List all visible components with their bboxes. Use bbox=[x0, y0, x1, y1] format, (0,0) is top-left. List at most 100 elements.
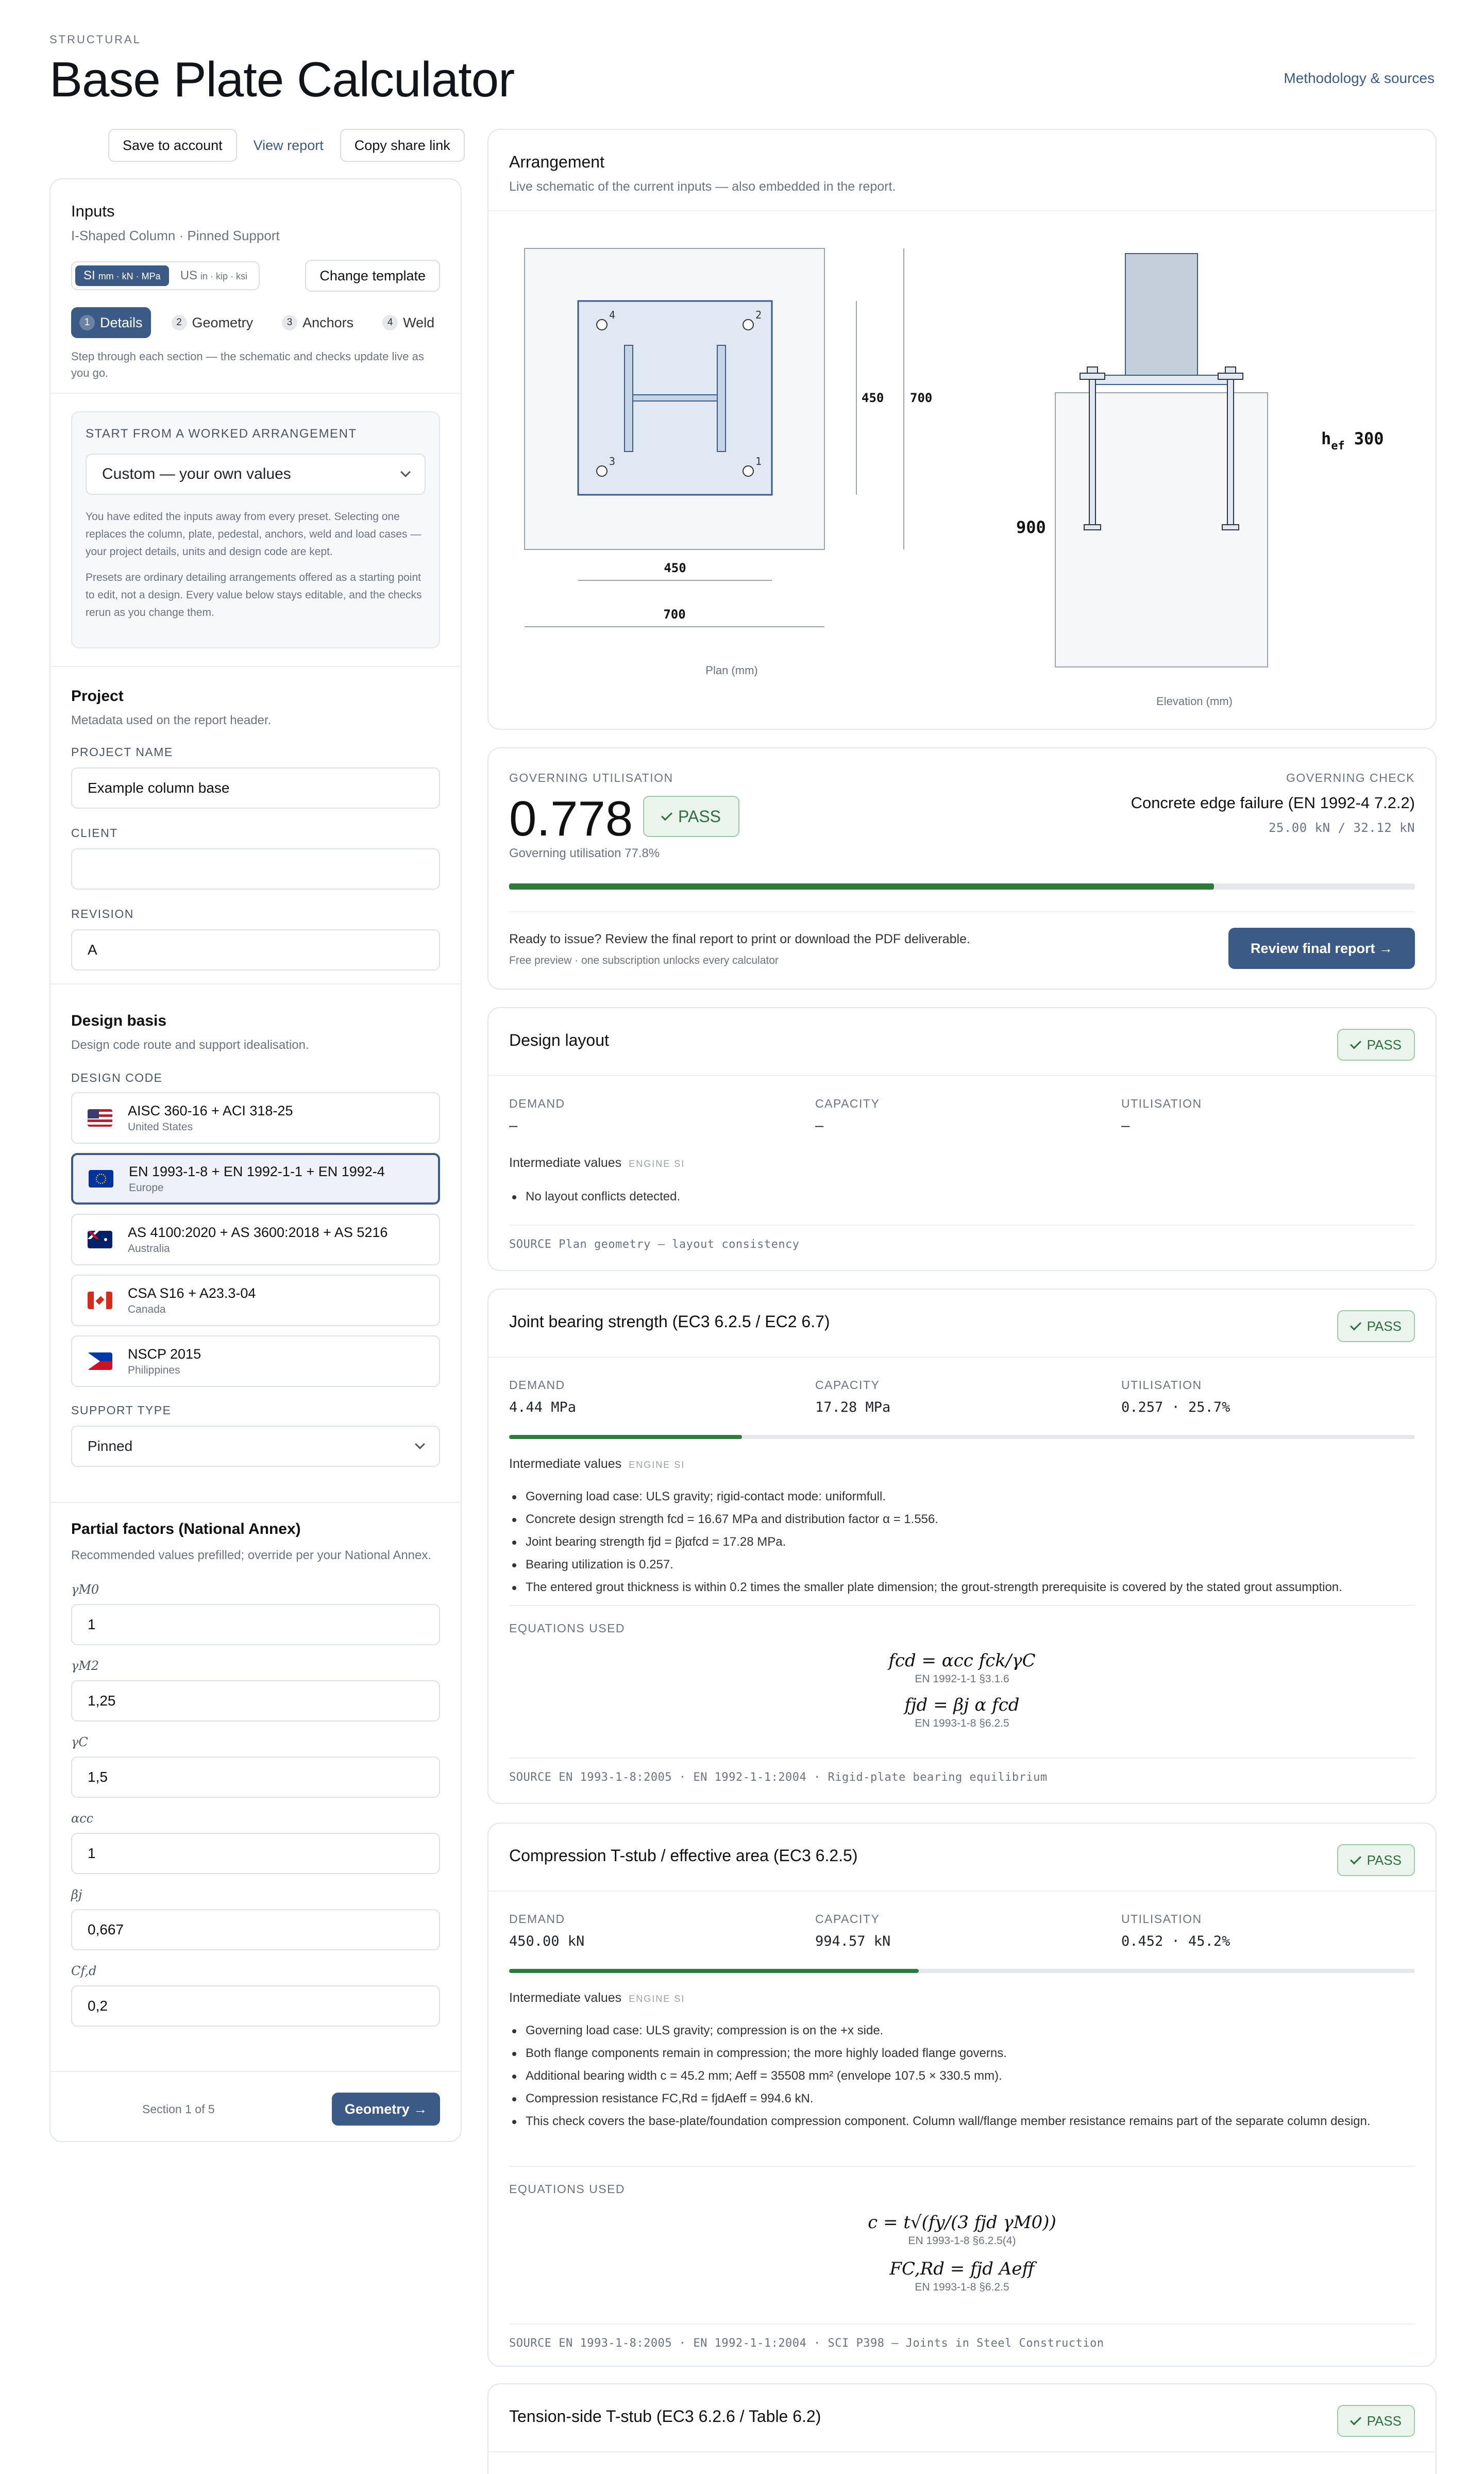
inputs-subtitle: I-Shaped Column · Pinned Support bbox=[71, 228, 280, 243]
source-text: SOURCE Plan geometry — layout consistenc… bbox=[509, 1238, 800, 1251]
check-title: Compression T-stub / effective area (EC3… bbox=[509, 1846, 858, 1865]
check-icon bbox=[661, 809, 672, 821]
unit-si[interactable]: SI mm · kN · MPa bbox=[75, 265, 169, 286]
equations-label: EQUATIONS USED bbox=[509, 2182, 626, 2196]
cfd-label: Cf,d bbox=[71, 1964, 97, 1978]
list-item: Governing load case: ULS gravity; rigid-… bbox=[509, 1487, 1415, 1506]
issue-subtext: Free preview · one subscription unlocks … bbox=[509, 955, 779, 966]
inputs-panel: Inputs I-Shaped Column · Pinned Support … bbox=[49, 178, 462, 2142]
unit-us[interactable]: US in · kip · ksi bbox=[172, 265, 256, 286]
project-name-input[interactable]: Example column base bbox=[71, 767, 440, 809]
design-code-eu[interactable]: EN 1993-1-8 + EN 1992-1-1 + EN 1992-4 Eur… bbox=[71, 1153, 440, 1205]
anchor-number-3: 3 bbox=[609, 455, 615, 467]
cfd-input[interactable]: 0,2 bbox=[71, 1985, 440, 2027]
list-item: Concrete design strength fcd = 16.67 MPa… bbox=[509, 1510, 1415, 1529]
arrangement-schematic: 4 2 3 1 450 700 450 700 Plan (mm) 900 he… bbox=[524, 248, 1384, 708]
partial-factors-subtitle: Recommended values prefilled; override p… bbox=[71, 1548, 432, 1562]
preset-disclaimer: Presets are ordinary detailing arrangeme… bbox=[86, 572, 422, 618]
support-type-label: SUPPORT TYPE bbox=[71, 1403, 172, 1417]
capacity-label: CAPACITY bbox=[815, 1378, 880, 1392]
elevation-dim-depth: 900 bbox=[1016, 517, 1046, 537]
governing-check-label: GOVERNING CHECK bbox=[1286, 771, 1415, 784]
view-report-link[interactable]: View report bbox=[249, 138, 328, 154]
project-title: Project bbox=[71, 688, 124, 705]
step-tabs: 1 Details 2 Geometry 3 Anchors 4 Weld bbox=[71, 307, 440, 338]
capacity-label: CAPACITY bbox=[815, 1097, 880, 1110]
chevron-down-icon bbox=[400, 467, 411, 477]
demand-label: DEMAND bbox=[509, 1912, 565, 1926]
equations-list: c = t√(fy/(3 fjd γM0)) EN 1993-1-8 §6.2.… bbox=[509, 2212, 1415, 2294]
elevation-column bbox=[1125, 253, 1198, 376]
revision-input[interactable]: A bbox=[71, 929, 440, 971]
list-item: No layout conflicts detected. bbox=[509, 1188, 1415, 1206]
equation: c = t√(fy/(3 fjd γM0)) bbox=[868, 2212, 1056, 2233]
project-name-label: PROJECT NAME bbox=[71, 745, 173, 759]
equation: FC,Rd = fjd Aeff bbox=[889, 2259, 1035, 2279]
intermediate-values-heading: Intermediate values ENGINE SI bbox=[509, 1156, 685, 1170]
equation-ref: EN 1992-1-1 §3.1.6 bbox=[915, 1673, 1009, 1685]
plan-caption: Plan (mm) bbox=[705, 664, 757, 677]
tab-anchors[interactable]: 3 Anchors bbox=[274, 307, 362, 338]
check-icon bbox=[1350, 1853, 1361, 1864]
utilisation-bar-fill bbox=[509, 883, 1214, 890]
ca-flag-icon bbox=[88, 1292, 112, 1309]
gamma-m2-input[interactable]: 1,25 bbox=[71, 1680, 440, 1721]
methodology-link[interactable]: Methodology & sources bbox=[1284, 70, 1435, 87]
design-code-ca[interactable]: CSA S16 + A23.3-04 Canada bbox=[71, 1275, 440, 1326]
equation-ref: EN 1993-1-8 §6.2.5(4) bbox=[908, 2235, 1016, 2247]
design-basis-title: Design basis bbox=[71, 1012, 167, 1029]
list-item: Governing load case: ULS gravity; compre… bbox=[509, 2021, 1415, 2040]
alpha-cc-input[interactable]: 1 bbox=[71, 1833, 440, 1874]
intermediate-values-heading: Intermediate values ENGINE SI bbox=[509, 1991, 685, 2005]
client-input[interactable] bbox=[71, 848, 440, 890]
gamma-m2-label: γM2 bbox=[71, 1659, 99, 1673]
project-subtitle: Metadata used on the report header. bbox=[71, 713, 272, 727]
review-final-report-button[interactable]: Review final report → bbox=[1228, 928, 1415, 969]
gamma-c-label: γC bbox=[71, 1735, 88, 1749]
tab-details[interactable]: 1 Details bbox=[71, 307, 151, 338]
change-template-button[interactable]: Change template bbox=[305, 260, 440, 292]
design-basis-subtitle: Design code route and support idealisati… bbox=[71, 1038, 309, 1052]
equations-list: fcd = αcc fck/γC EN 1992-1-1 §3.1.6 fjd … bbox=[509, 1650, 1415, 1730]
gamma-m0-input[interactable]: 1 bbox=[71, 1604, 440, 1645]
chevron-down-icon bbox=[415, 1439, 425, 1449]
design-code-au[interactable]: AS 4100:2020 + AS 3600:2018 + AS 5216 Aus… bbox=[71, 1214, 440, 1265]
plan-dim-pedestal-height: 700 bbox=[910, 391, 932, 405]
source-text: SOURCE EN 1993-1-8:2005 · EN 1992-1-1:20… bbox=[509, 1771, 1048, 1784]
governing-check-values: 25.00 kN / 32.12 kN bbox=[1268, 821, 1415, 835]
capacity-value: — bbox=[815, 1118, 824, 1134]
eu-flag-icon bbox=[89, 1170, 113, 1188]
governing-utilisation-label: GOVERNING UTILISATION bbox=[509, 771, 673, 784]
intermediate-values-list: No layout conflicts detected. bbox=[509, 1188, 1415, 1210]
check-icon bbox=[1350, 2414, 1361, 2425]
copy-share-link-button[interactable]: Copy share link bbox=[340, 129, 465, 162]
next-geometry-button[interactable]: Geometry → bbox=[332, 2093, 440, 2126]
revision-label: REVISION bbox=[71, 907, 134, 921]
design-code-list: AISC 360-16 + ACI 318-25 United States EN… bbox=[71, 1092, 440, 1387]
gamma-c-input[interactable]: 1,5 bbox=[71, 1757, 440, 1798]
check-pass-badge: PASS bbox=[1337, 1029, 1415, 1061]
issue-text: Ready to issue? Review the final report … bbox=[509, 932, 970, 946]
preset-note: You have edited the inputs away from eve… bbox=[86, 511, 421, 558]
design-code-ph[interactable]: NSCP 2015 Philippines bbox=[71, 1335, 440, 1387]
preset-label: START FROM A WORKED ARRANGEMENT bbox=[86, 427, 357, 441]
check-icon bbox=[1350, 1038, 1361, 1049]
tab-weld[interactable]: 4 Weld bbox=[374, 307, 443, 338]
gamma-m0-label: γM0 bbox=[71, 1582, 99, 1597]
save-button[interactable]: Save to account bbox=[108, 129, 237, 162]
tab-geometry[interactable]: 2 Geometry bbox=[163, 307, 262, 338]
support-type-select[interactable]: Pinned bbox=[71, 1426, 440, 1467]
demand-label: DEMAND bbox=[509, 1378, 565, 1392]
list-item: Bearing utilization is 0.257. bbox=[509, 1556, 1415, 1574]
alpha-cc-label: αcc bbox=[71, 1811, 94, 1826]
capacity-label: CAPACITY bbox=[815, 1912, 880, 1926]
unit-toggle: SI mm · kN · MPa US in · kip · ksi bbox=[71, 261, 260, 290]
intermediate-values-heading: Intermediate values ENGINE SI bbox=[509, 1457, 685, 1471]
partial-factor-fields: γM0 1 γM2 1,25 γC 1,5 αcc 1 βj 0,667 Cf,… bbox=[71, 1582, 440, 2027]
design-code-us[interactable]: AISC 360-16 + ACI 318-25 United States bbox=[71, 1092, 440, 1144]
preset-select[interactable]: Custom — your own values bbox=[86, 454, 426, 495]
partial-factors-title: Partial factors (National Annex) bbox=[71, 1520, 301, 1537]
equation: fjd = βj α fcd bbox=[904, 1695, 1020, 1715]
check-card-compression-tstub: Compression T-stub / effective area (EC3… bbox=[487, 1823, 1437, 2367]
beta-j-input[interactable]: 0,667 bbox=[71, 1909, 440, 1950]
